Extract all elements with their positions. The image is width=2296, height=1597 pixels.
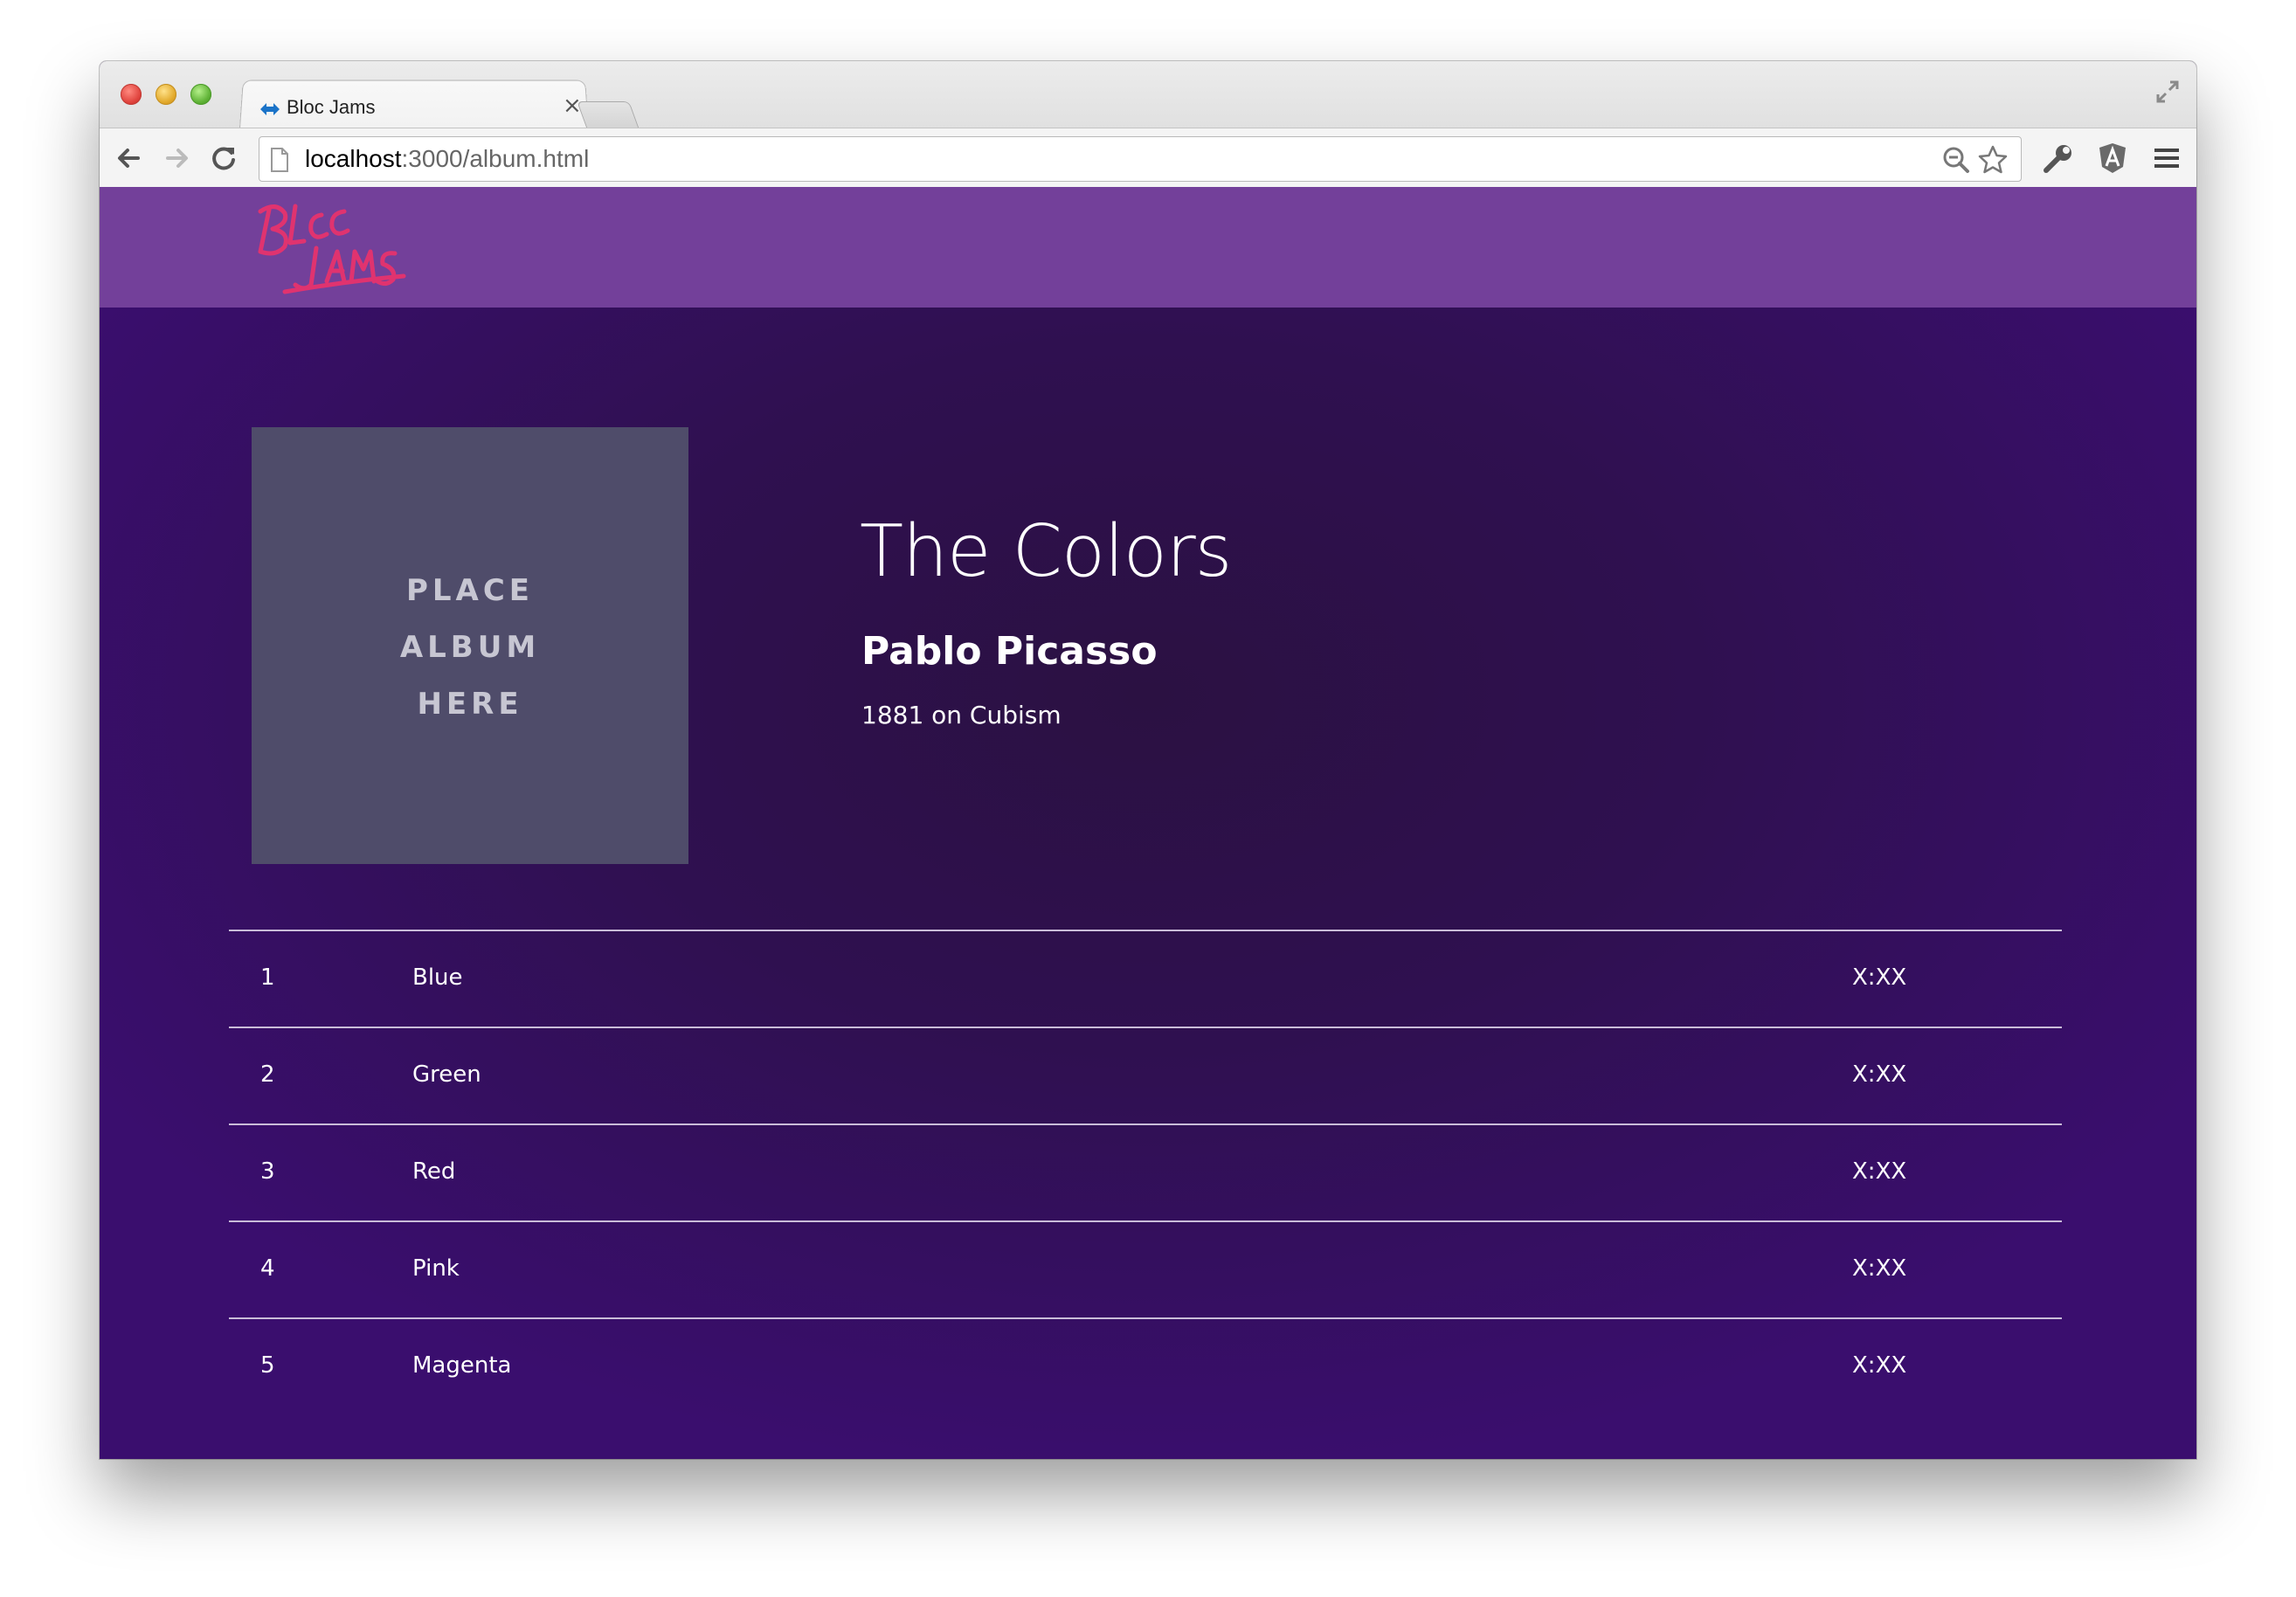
song-name: Red [412,1158,456,1185]
wrench-icon[interactable] [2041,141,2076,176]
reload-icon[interactable] [206,141,241,176]
song-duration: X:XX [1852,1255,1907,1282]
song-row[interactable]: 2 Green X:XX [229,1027,2062,1123]
song-duration: X:XX [1852,964,1907,991]
cover-line: HERE [417,687,523,722]
song-list: 1 Blue X:XX 2 Green X:XX 3 Red X:XX 4 Pi… [229,930,2062,1414]
album-cover-placeholder: PLACE ALBUM HERE [252,427,688,864]
browser-window: Bloc Jams × localhost:3000/album.html PL… [100,61,2196,1459]
minimize-window-button[interactable] [156,84,176,105]
page-content: PLACE ALBUM HERE The Colors Pablo Picass… [100,187,2196,1459]
song-name: Green [412,1061,481,1088]
menu-icon[interactable] [2149,141,2184,176]
url-text: localhost:3000/album.html [305,145,589,173]
back-arrow-icon[interactable] [112,141,147,176]
forward-arrow-icon[interactable] [159,141,194,176]
url-host: localhost [305,145,402,172]
zoom-search-icon[interactable] [1940,144,1972,176]
song-row[interactable]: 4 Pink X:XX [229,1220,2062,1317]
fullscreen-icon[interactable] [2153,77,2182,107]
song-name: Blue [412,964,463,991]
song-duration: X:XX [1852,1158,1907,1185]
close-window-button[interactable] [121,84,142,105]
album-artist: Pablo Picasso [861,629,1158,674]
url-path: :3000/album.html [401,145,590,172]
new-tab-button[interactable] [577,101,640,129]
song-number: 5 [260,1352,275,1379]
cover-line: PLACE [405,573,535,608]
angular-extension-icon[interactable] [2095,141,2130,176]
tab-title: Bloc Jams [287,96,376,118]
song-duration: X:XX [1852,1061,1907,1088]
address-bar[interactable]: localhost:3000/album.html [259,136,2022,182]
song-number: 4 [260,1255,275,1282]
song-number: 1 [260,964,275,991]
song-row[interactable]: 5 Magenta X:XX [229,1317,2062,1414]
bookmark-star-icon[interactable] [1977,144,2009,176]
album-release-info: 1881 on Cubism [861,701,1062,729]
song-row[interactable]: 1 Blue X:XX [229,930,2062,1027]
song-name: Magenta [412,1352,512,1379]
song-row[interactable]: 3 Red X:XX [229,1123,2062,1220]
cover-line: ALBUM [399,630,541,665]
page-icon [271,148,288,172]
song-duration: X:XX [1852,1352,1907,1379]
zoom-window-button[interactable] [190,84,211,105]
browser-tab[interactable]: Bloc Jams × [248,84,589,129]
bloc-favicon-icon [260,103,280,115]
site-navbar [100,187,2196,308]
song-number: 2 [260,1061,275,1088]
song-number: 3 [260,1158,275,1185]
album-title: The Colors [860,510,1232,593]
album-cover-text: PLACE ALBUM HERE [252,563,688,733]
browser-toolbar: localhost:3000/album.html [100,128,2196,188]
song-name: Pink [412,1255,460,1282]
bloc-jams-logo[interactable] [250,194,412,301]
